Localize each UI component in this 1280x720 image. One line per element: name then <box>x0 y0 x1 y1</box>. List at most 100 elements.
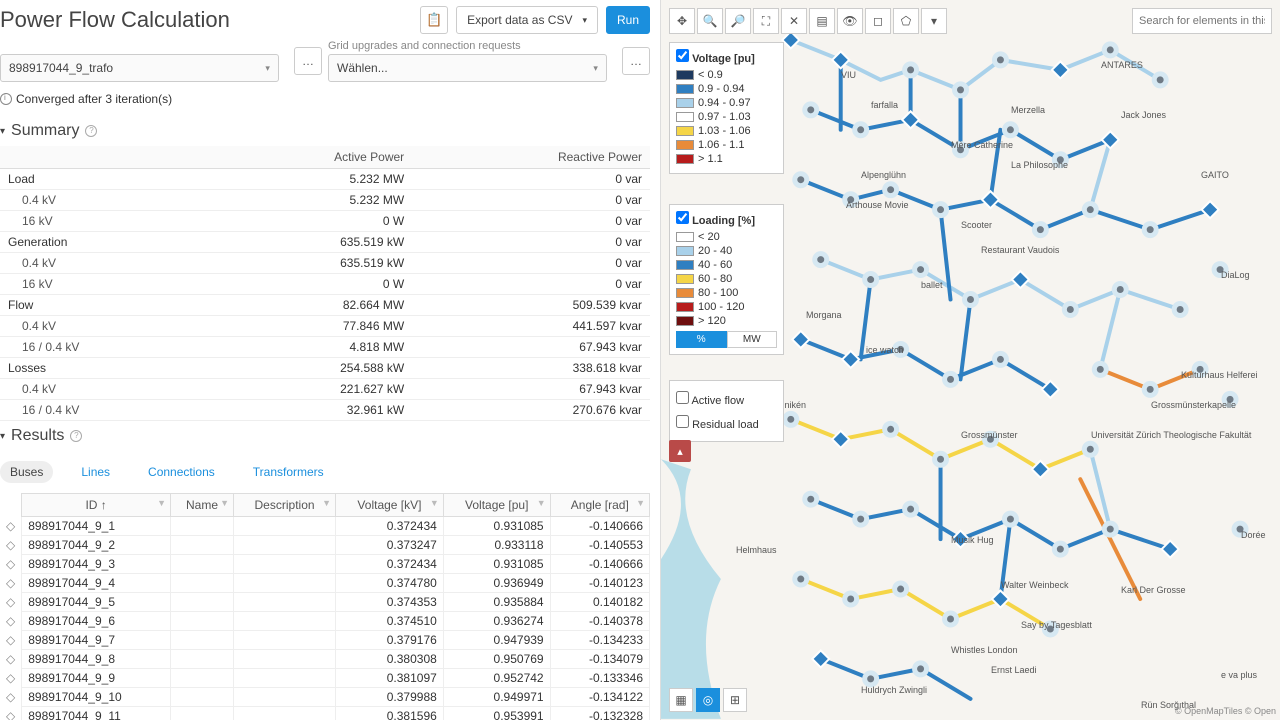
run-button[interactable]: Run <box>606 6 650 34</box>
zoom-out-icon[interactable]: 🔎 <box>725 8 751 34</box>
tab-connections[interactable]: Connections <box>138 461 225 483</box>
bus-node[interactable] <box>1054 543 1066 555</box>
bus-node[interactable] <box>1174 304 1186 316</box>
bus-node[interactable] <box>994 353 1006 365</box>
bus-node[interactable] <box>905 64 917 76</box>
bus-node[interactable] <box>1084 204 1096 216</box>
table-row[interactable]: ◇898917044_9_60.3745100.936274-0.140378 <box>0 612 650 631</box>
col-header[interactable]: Name▼ <box>171 494 234 517</box>
bus-node[interactable] <box>1034 224 1046 236</box>
bus-node[interactable] <box>795 174 807 186</box>
col-header[interactable]: Description▼ <box>233 494 335 517</box>
expand-icon[interactable]: ◇ <box>0 555 22 574</box>
expand-icon[interactable]: ◇ <box>0 650 22 669</box>
more-icon[interactable]: ▾ <box>921 8 947 34</box>
loading-legend-checkbox[interactable] <box>676 211 689 224</box>
bus-node[interactable] <box>805 493 817 505</box>
bus-node[interactable] <box>935 453 947 465</box>
col-header[interactable]: Voltage [kV]▼ <box>336 494 444 517</box>
bus-node[interactable] <box>945 613 957 625</box>
bus-node[interactable] <box>785 413 797 425</box>
table-row[interactable]: ◇898917044_9_100.3799880.949971-0.134122 <box>0 688 650 707</box>
table-row[interactable]: ◇898917044_9_80.3803080.950769-0.134079 <box>0 650 650 669</box>
visibility-icon[interactable]: 👁 <box>837 8 863 34</box>
bus-node[interactable] <box>1004 124 1016 136</box>
bus-node[interactable] <box>1144 224 1156 236</box>
summary-toggle[interactable]: ▾ Summary ? <box>0 116 650 146</box>
voltage-legend-checkbox[interactable] <box>676 49 689 62</box>
table-row[interactable]: ◇898917044_9_110.3815960.953991-0.132328 <box>0 707 650 720</box>
bus-node[interactable] <box>885 423 897 435</box>
bus-node[interactable] <box>1104 44 1116 56</box>
bus-node[interactable] <box>1064 304 1076 316</box>
map-search-input[interactable] <box>1132 8 1272 34</box>
pan-icon[interactable]: ✥ <box>669 8 695 34</box>
bus-node[interactable] <box>915 663 927 675</box>
bus-node[interactable] <box>855 124 867 136</box>
fullscreen-icon[interactable]: ⛶ <box>753 8 779 34</box>
col-header[interactable]: Angle [rad]▼ <box>550 494 649 517</box>
expand-icon[interactable]: ◇ <box>0 612 22 631</box>
table-row[interactable]: ◇898917044_9_90.3810970.952742-0.133346 <box>0 669 650 688</box>
bus-node[interactable] <box>1154 74 1166 86</box>
bus-node[interactable] <box>885 184 897 196</box>
tree-button[interactable]: ⊞ <box>723 688 747 712</box>
bus-node[interactable] <box>1104 523 1116 535</box>
bus-node[interactable] <box>994 54 1006 66</box>
table-row[interactable]: ◇898917044_9_30.3724340.931085-0.140666 <box>0 555 650 574</box>
mw-toggle[interactable]: MW <box>727 331 778 348</box>
expand-icon[interactable]: ◇ <box>0 574 22 593</box>
tab-buses[interactable]: Buses <box>0 461 53 483</box>
bus-node[interactable] <box>1094 363 1106 375</box>
bus-node[interactable] <box>865 274 877 286</box>
bus-node[interactable] <box>795 573 807 585</box>
expand-icon[interactable]: ◇ <box>0 517 22 536</box>
upgrade-select[interactable]: Wählen... <box>328 54 607 82</box>
expand-icon[interactable]: ◇ <box>0 536 22 555</box>
bus-node[interactable] <box>905 503 917 515</box>
col-header[interactable]: Voltage [pu]▼ <box>443 494 550 517</box>
bus-node[interactable] <box>1004 513 1016 525</box>
select-icon[interactable]: ◻ <box>865 8 891 34</box>
expand-icon[interactable]: ◇ <box>0 688 22 707</box>
bus-node[interactable] <box>1084 443 1096 455</box>
bus-node[interactable] <box>1144 383 1156 395</box>
basemap-button[interactable]: ▦ <box>669 688 693 712</box>
residual-load-checkbox[interactable] <box>676 415 689 428</box>
export-button[interactable]: Export data as CSV <box>456 6 598 34</box>
bus-node[interactable] <box>945 373 957 385</box>
expand-icon[interactable]: ◇ <box>0 631 22 650</box>
table-row[interactable]: ◇898917044_9_40.3747800.936949-0.140123 <box>0 574 650 593</box>
polygon-icon[interactable]: ⬠ <box>893 8 919 34</box>
map-panel[interactable]: ✥ 🔍 🔎 ⛶ ✕ ▤ 👁 ◻ ⬠ ▾ Voltage [pu] < 0.90.… <box>660 0 1280 720</box>
bus-node[interactable] <box>895 583 907 595</box>
bus-node[interactable] <box>915 264 927 276</box>
table-row[interactable]: ◇898917044_9_50.3743530.9358840.140182 <box>0 593 650 612</box>
col-header[interactable]: ID ↑▼ <box>22 494 171 517</box>
tab-lines[interactable]: Lines <box>71 461 120 483</box>
zoom-in-icon[interactable]: 🔍 <box>697 8 723 34</box>
tab-transformers[interactable]: Transformers <box>243 461 334 483</box>
expand-icon[interactable]: ◇ <box>0 707 22 720</box>
bus-node[interactable] <box>815 254 827 266</box>
bus-node[interactable] <box>955 84 967 96</box>
upgrade-more-button[interactable]: … <box>622 47 650 75</box>
active-flow-checkbox[interactable] <box>676 391 689 404</box>
results-toggle[interactable]: ▾ Results ? <box>0 421 650 451</box>
study-select[interactable]: 898917044_9_trafo <box>0 54 279 82</box>
bus-node[interactable] <box>865 673 877 685</box>
help-icon[interactable]: ? <box>85 125 97 137</box>
bus-node[interactable] <box>1114 284 1126 296</box>
table-row[interactable]: ◇898917044_9_70.3791760.947939-0.134233 <box>0 631 650 650</box>
bus-node[interactable] <box>805 104 817 116</box>
expand-icon[interactable]: ◇ <box>0 593 22 612</box>
table-row[interactable]: ◇898917044_9_10.3724340.931085-0.140666 <box>0 517 650 536</box>
expand-icon[interactable]: ◇ <box>0 669 22 688</box>
study-more-button[interactable]: … <box>294 47 322 75</box>
collapse-legend-button[interactable]: ▴ <box>669 440 691 462</box>
clipboard-button[interactable]: 📋 <box>420 6 448 34</box>
fit-icon[interactable]: ✕ <box>781 8 807 34</box>
layers-icon[interactable]: ▤ <box>809 8 835 34</box>
bus-node[interactable] <box>855 513 867 525</box>
pct-toggle[interactable]: % <box>676 331 727 348</box>
